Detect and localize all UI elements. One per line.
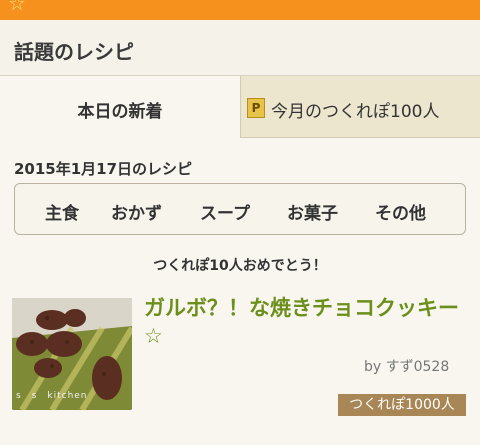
category-side-dish[interactable]: おかず xyxy=(111,199,162,224)
category-sweets[interactable]: お菓子 xyxy=(287,199,338,224)
date-heading: 2015年1月17日のレシピ xyxy=(14,160,193,178)
recipe-author: by すず0528 xyxy=(364,359,450,375)
congrats-heading: つくれぽ10人おめでとう！ xyxy=(153,258,327,274)
top-app-bar: ☆ xyxy=(0,0,480,20)
tab-new-today[interactable]: 本日の新着 xyxy=(0,76,240,138)
page-title: 話題のレシピ xyxy=(14,40,134,64)
recipe-list: 2015年1月17日のレシピ 主食 おかず スープ お菓子 その他 つくれぽ10… xyxy=(0,138,480,445)
tsukurepo-count-badge: つくれぽ1000人 xyxy=(338,394,466,416)
tab-monthly-tsukurepo[interactable]: P 今月のつくれぽ100人 xyxy=(240,76,480,138)
category-soup[interactable]: スープ xyxy=(200,199,250,224)
image-caption: s s kitchen xyxy=(16,391,88,401)
category-other[interactable]: その他 xyxy=(375,199,426,224)
tab-new-today-label: 本日の新着 xyxy=(77,102,163,122)
star-icon: ☆ xyxy=(8,0,26,15)
tab-bar: 本日の新着 P 今月のつくれぽ100人 xyxy=(0,76,480,138)
tab-monthly-tsukurepo-label: 今月のつくれぽ100人 xyxy=(271,102,440,122)
category-filter: 主食 おかず スープ お菓子 その他 xyxy=(14,183,466,235)
premium-badge-icon: P xyxy=(247,98,265,118)
section-header: 話題のレシピ xyxy=(0,20,480,76)
recipe-title-link[interactable]: ガルボ？！な焼きチョコクッキー☆ xyxy=(144,294,464,350)
category-staple[interactable]: 主食 xyxy=(45,199,79,224)
recipe-thumbnail[interactable]: s s kitchen xyxy=(12,298,132,410)
